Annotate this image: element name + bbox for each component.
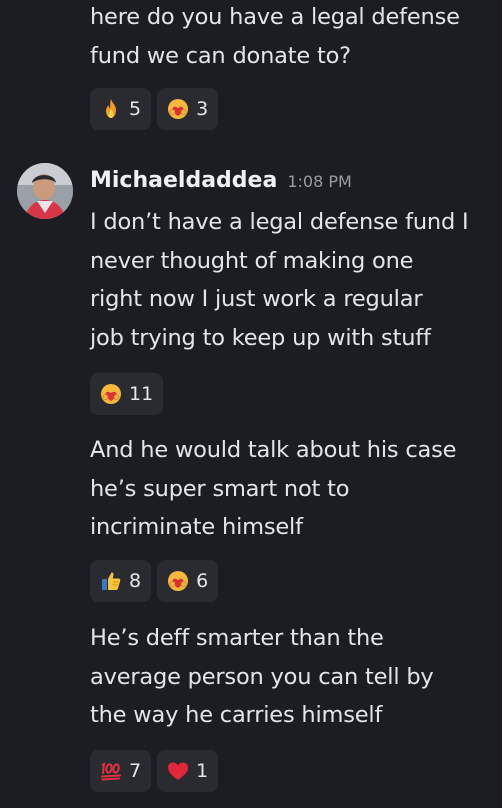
reaction-heart-hug[interactable]: 6: [157, 560, 219, 602]
message-line: fund we can donate to?: [90, 42, 351, 69]
message-line: average person you can tell by: [90, 663, 434, 690]
reaction-count: 5: [129, 98, 142, 120]
message-line: I don’t have a legal defense fund I: [90, 209, 469, 235]
reaction-bar-2: 8 6: [90, 560, 219, 602]
reaction-heart-hug[interactable]: 11: [90, 373, 164, 415]
heart-hug-icon: [168, 99, 189, 119]
author-name[interactable]: Michaeldaddea: [90, 168, 277, 193]
reaction-heart-hug[interactable]: 3: [157, 88, 219, 130]
heart-hug-icon: [168, 571, 189, 591]
reaction-count: 3: [196, 98, 209, 120]
message-line: He’s deff smarter than the: [90, 625, 384, 651]
reaction-count: 8: [129, 570, 142, 592]
message-text-prev: here do you have a legal defense fund we…: [90, 0, 495, 75]
red-heart-icon: [168, 762, 189, 780]
message-line: job trying to keep up with stuff: [90, 324, 431, 351]
heart-hug-icon: [101, 384, 121, 404]
message-line: here do you have a legal defense: [90, 4, 460, 30]
message-timestamp: 1:08 PM: [287, 172, 352, 191]
message-line: right now I just work a regular: [90, 286, 423, 312]
reaction-count: 6: [196, 570, 209, 592]
avatar-icon: [17, 163, 73, 219]
reaction-count: 1: [196, 760, 209, 782]
reaction-thumbs-up[interactable]: 8: [90, 560, 152, 602]
thumbs-up-icon: [102, 572, 121, 590]
message-header: Michaeldaddea 1:08 PM: [90, 168, 352, 193]
message-line: incriminate himself: [90, 514, 303, 540]
message-text-2: And he would talk about his case he’s su…: [90, 431, 495, 547]
reaction-fire[interactable]: 5: [90, 88, 152, 130]
fire-icon: [106, 99, 116, 118]
message-line: he’s super smart not to: [90, 475, 350, 502]
hundred-points-icon: [101, 761, 121, 781]
message-text-1: I don’t have a legal defense fund I neve…: [90, 203, 495, 357]
user-avatar[interactable]: [17, 163, 73, 219]
message-line: never thought of making one: [90, 247, 414, 274]
reaction-bar-prev: 5 3: [90, 88, 219, 130]
message-line: the way he carries himself: [90, 702, 383, 728]
reaction-bar-3: 7 1: [90, 750, 219, 792]
reaction-bar-1: 11: [90, 373, 164, 415]
reaction-count: 11: [129, 383, 154, 405]
reaction-hundred-points[interactable]: 7: [90, 750, 152, 792]
reaction-red-heart[interactable]: 1: [157, 750, 219, 792]
reaction-count: 7: [129, 760, 142, 782]
message-text-3: He’s deff smarter than the average perso…: [90, 619, 495, 735]
message-line: And he would talk about his case: [90, 437, 457, 463]
